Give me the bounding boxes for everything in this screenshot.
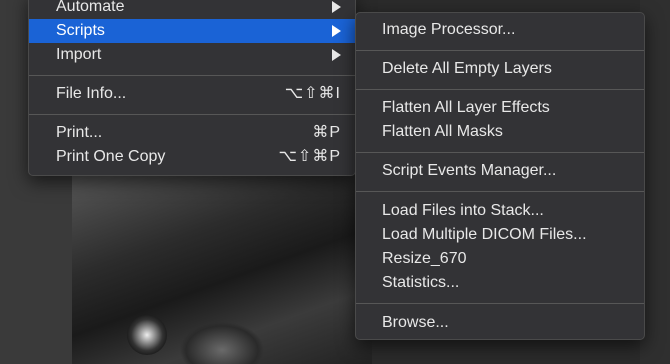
menu-item-label: Delete All Empty Layers [382,60,552,77]
menu-item-label: File Info... [56,85,127,102]
menu-item-label: Image Processor... [382,21,516,38]
menu-item-label: Flatten All Masks [382,123,503,140]
menu-item-label: Print... [56,124,103,141]
menu-item-flatten-layer-effects[interactable]: Flatten All Layer Effects [356,96,644,120]
menu-item-label: Automate [56,0,125,15]
menu-separator [29,75,355,76]
submenu-arrow-icon [332,49,341,61]
menu-item-label: Scripts [56,22,105,39]
menu-item-label: Script Events Manager... [382,162,557,179]
menu-separator [356,50,644,51]
canvas-photo [72,170,372,364]
menu-separator [356,191,644,192]
menu-item-image-processor[interactable]: Image Processor... [356,18,644,42]
menu-item-scripts[interactable]: Scripts [29,19,355,43]
menu-item-label: Resize_670 [382,250,467,267]
menu-item-label: Statistics... [382,274,460,291]
submenu-arrow-icon [332,25,341,37]
menu-item-label: Flatten All Layer Effects [382,99,550,116]
menu-item-script-events-manager[interactable]: Script Events Manager... [356,159,644,183]
menu-item-label: Print One Copy [56,148,166,165]
shortcut-label: ⌥⇧⌘P [278,148,341,165]
menu-item-import[interactable]: Import [29,43,355,67]
menu-separator [29,114,355,115]
shortcut-label: ⌥⇧⌘I [284,85,341,102]
menu-item-flatten-masks[interactable]: Flatten All Masks [356,120,644,144]
menu-item-browse[interactable]: Browse... [356,311,644,335]
file-menu: Automate Scripts Import File Info... ⌥⇧⌘… [28,0,356,176]
menu-item-automate[interactable]: Automate [29,0,355,19]
menu-item-print[interactable]: Print... ⌘P [29,121,355,145]
menu-item-load-files-into-stack[interactable]: Load Files into Stack... [356,199,644,223]
menu-item-resize-670[interactable]: Resize_670 [356,247,644,271]
menu-separator [356,89,644,90]
menu-item-delete-empty-layers[interactable]: Delete All Empty Layers [356,57,644,81]
menu-item-label: Load Files into Stack... [382,202,544,219]
shortcut-label: ⌘P [312,124,341,141]
menu-item-label: Import [56,46,102,63]
menu-item-print-one-copy[interactable]: Print One Copy ⌥⇧⌘P [29,145,355,169]
scripts-submenu: Image Processor... Delete All Empty Laye… [355,12,645,340]
submenu-arrow-icon [332,1,341,13]
menu-item-label: Load Multiple DICOM Files... [382,226,587,243]
menu-item-label: Browse... [382,314,449,331]
menu-item-load-dicom-files[interactable]: Load Multiple DICOM Files... [356,223,644,247]
menu-separator [356,303,644,304]
menu-item-file-info[interactable]: File Info... ⌥⇧⌘I [29,82,355,106]
menu-item-statistics[interactable]: Statistics... [356,271,644,295]
camera-lens-detail [127,315,167,355]
menu-separator [356,152,644,153]
